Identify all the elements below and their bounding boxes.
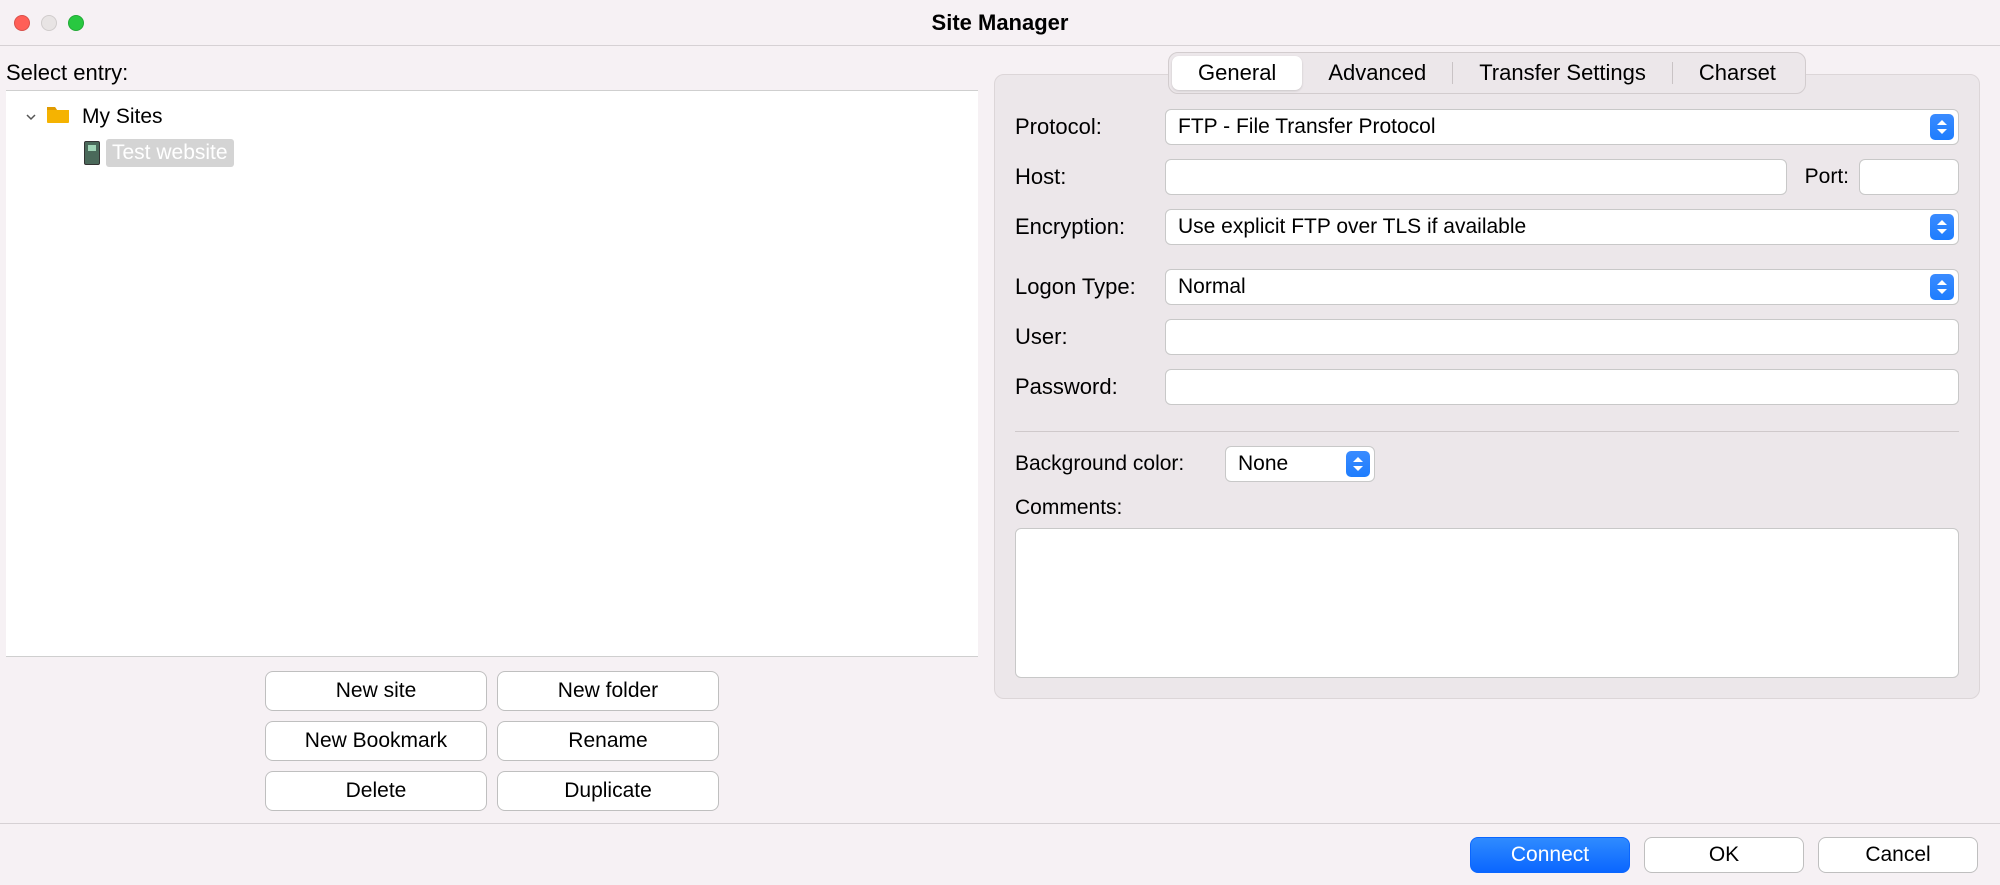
server-icon <box>84 141 100 165</box>
password-label: Password: <box>1015 374 1165 400</box>
folder-icon <box>46 104 70 130</box>
updown-icon <box>1930 114 1954 140</box>
updown-icon <box>1930 214 1954 240</box>
logon-type-select[interactable]: Normal <box>1165 269 1959 305</box>
bgcolor-label: Background color: <box>1015 452 1225 476</box>
general-panel: Protocol: FTP - File Transfer Protocol H… <box>994 74 1980 699</box>
port-label: Port: <box>1805 165 1849 189</box>
footer: Connect OK Cancel <box>0 823 2000 885</box>
new-site-button[interactable]: New site <box>265 671 487 711</box>
delete-button[interactable]: Delete <box>265 771 487 811</box>
updown-icon <box>1346 451 1370 477</box>
logon-type-label: Logon Type: <box>1015 274 1165 300</box>
titlebar: Site Manager <box>0 0 2000 46</box>
tab-general[interactable]: General <box>1172 56 1302 90</box>
bgcolor-select[interactable]: None <box>1225 446 1375 482</box>
new-bookmark-button[interactable]: New Bookmark <box>265 721 487 761</box>
password-input[interactable] <box>1165 369 1959 405</box>
left-pane: Select entry: My Sites Test website New … <box>0 46 990 823</box>
tree-item[interactable]: Test website <box>6 135 978 171</box>
tab-bar: General Advanced Transfer Settings Chars… <box>1168 52 1806 94</box>
logon-type-value: Normal <box>1178 275 1246 299</box>
select-entry-label: Select entry: <box>6 60 978 86</box>
encryption-select[interactable]: Use explicit FTP over TLS if available <box>1165 209 1959 245</box>
rename-button[interactable]: Rename <box>497 721 719 761</box>
cancel-button[interactable]: Cancel <box>1818 837 1978 873</box>
ok-button[interactable]: OK <box>1644 837 1804 873</box>
connect-button[interactable]: Connect <box>1470 837 1630 873</box>
tree-root-row[interactable]: My Sites <box>6 99 978 135</box>
tab-advanced[interactable]: Advanced <box>1302 56 1452 90</box>
site-buttons: New site New folder New Bookmark Rename … <box>6 671 978 811</box>
user-input[interactable] <box>1165 319 1959 355</box>
host-label: Host: <box>1015 164 1165 190</box>
right-pane: General Advanced Transfer Settings Chars… <box>990 46 2000 823</box>
comments-label: Comments: <box>1015 496 1122 520</box>
updown-icon <box>1930 274 1954 300</box>
content: Select entry: My Sites Test website New … <box>0 46 2000 823</box>
tree-root-label: My Sites <box>76 103 169 131</box>
bgcolor-value: None <box>1238 452 1288 476</box>
divider <box>1015 431 1959 432</box>
tab-charset[interactable]: Charset <box>1673 56 1802 90</box>
protocol-select[interactable]: FTP - File Transfer Protocol <box>1165 109 1959 145</box>
port-input[interactable] <box>1859 159 1959 195</box>
duplicate-button[interactable]: Duplicate <box>497 771 719 811</box>
window-title: Site Manager <box>0 10 2000 36</box>
tree-item-label: Test website <box>106 139 234 167</box>
protocol-value: FTP - File Transfer Protocol <box>1178 115 1436 139</box>
chevron-down-icon[interactable] <box>22 108 40 126</box>
comments-input[interactable] <box>1015 528 1959 678</box>
site-tree[interactable]: My Sites Test website <box>6 90 978 657</box>
encryption-value: Use explicit FTP over TLS if available <box>1178 215 1526 239</box>
encryption-label: Encryption: <box>1015 214 1165 240</box>
host-input[interactable] <box>1165 159 1787 195</box>
user-label: User: <box>1015 324 1165 350</box>
protocol-label: Protocol: <box>1015 114 1165 140</box>
new-folder-button[interactable]: New folder <box>497 671 719 711</box>
tab-transfer[interactable]: Transfer Settings <box>1453 56 1672 90</box>
